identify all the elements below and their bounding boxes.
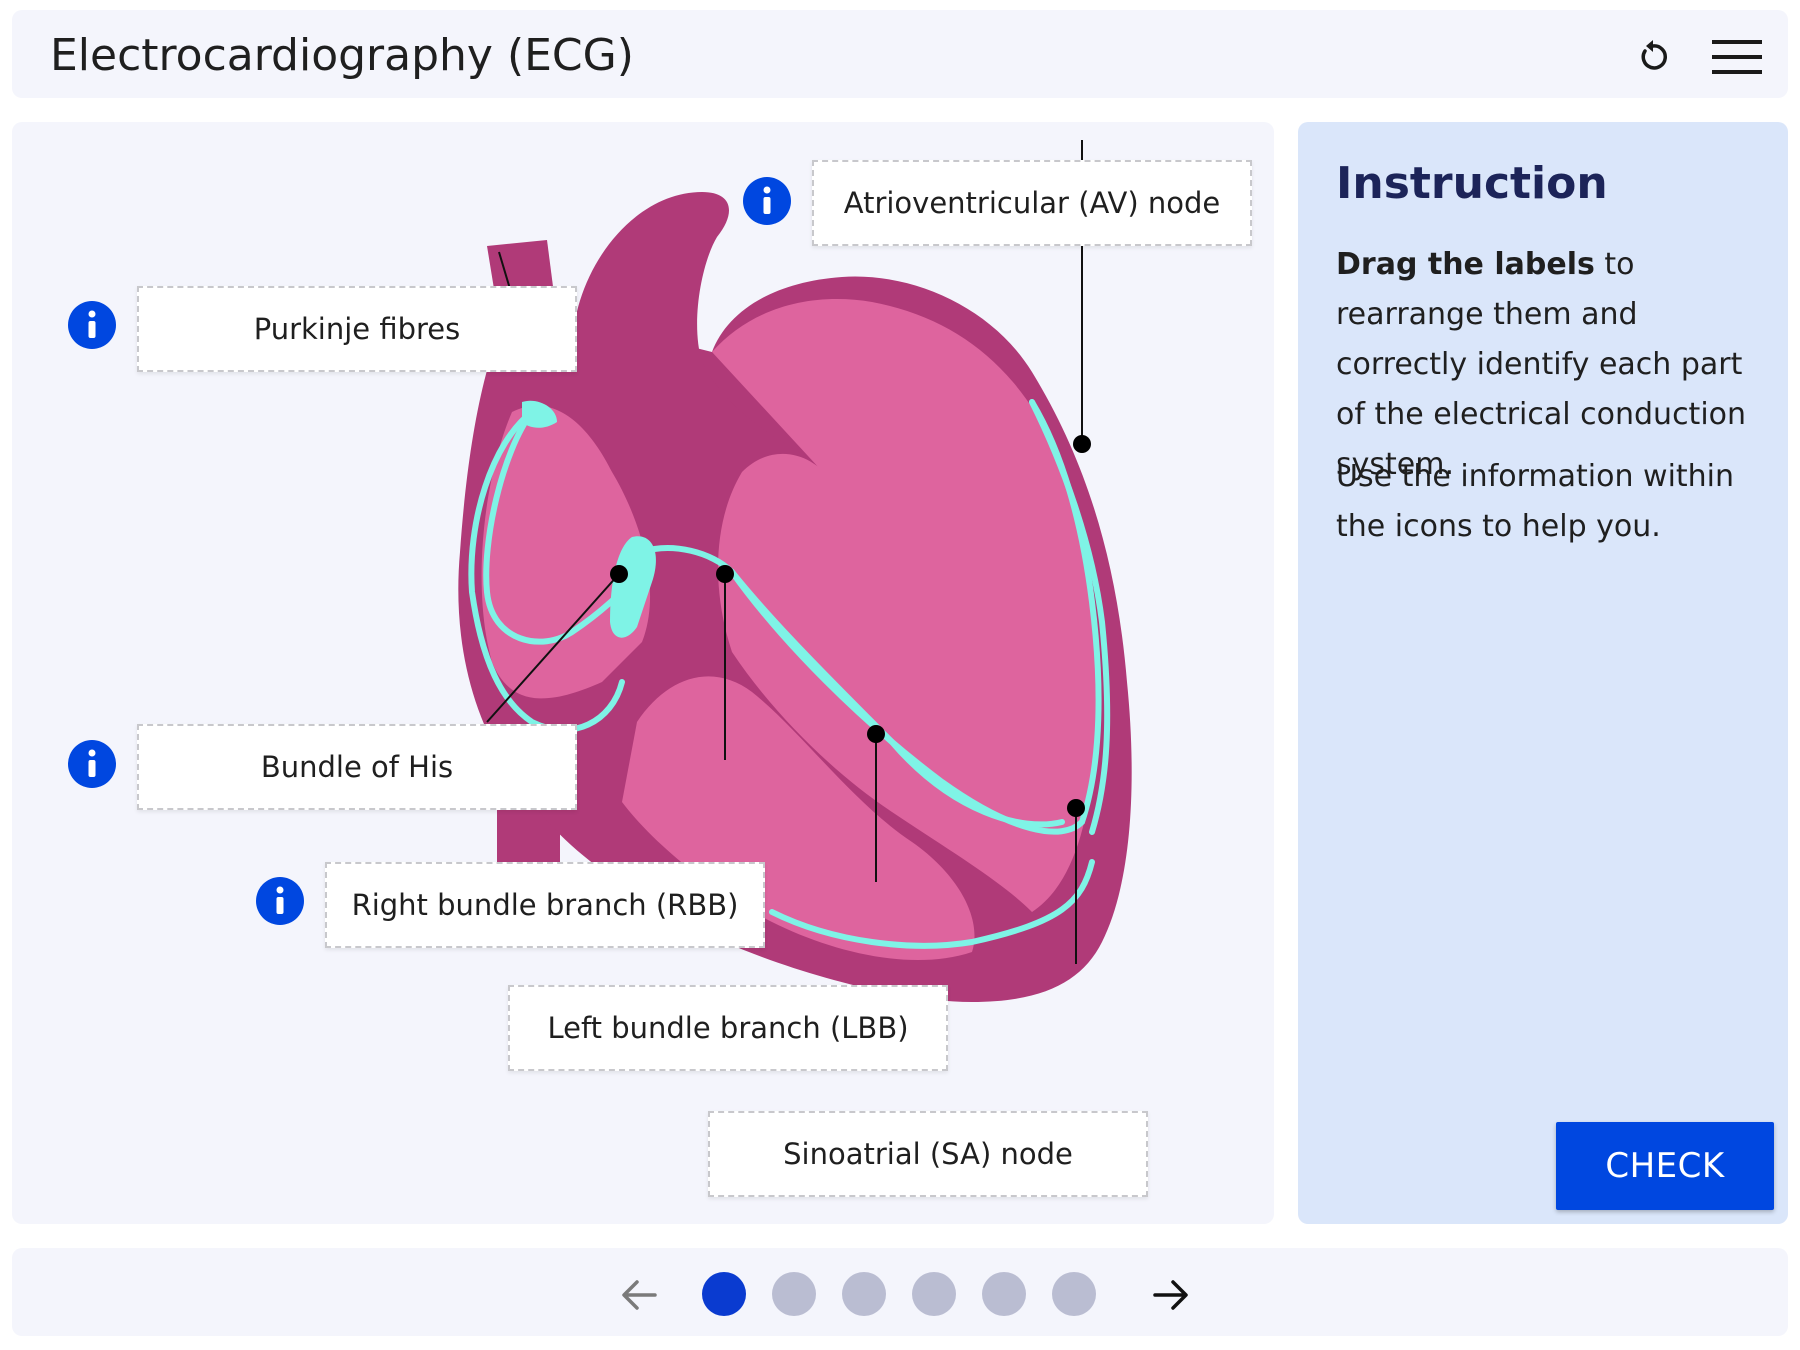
- diagram-stage: Atrioventricular (AV) node Purkinje fibr…: [12, 122, 1274, 1224]
- instruction-title: Instruction: [1336, 158, 1608, 209]
- header-bar: Electrocardiography (ECG): [12, 10, 1788, 98]
- label-right-bundle-branch[interactable]: Right bundle branch (RBB): [325, 862, 765, 948]
- pagination-bar: [12, 1248, 1788, 1336]
- instruction-panel: Instruction Drag the labels to rearrange…: [1298, 122, 1788, 1224]
- info-icon[interactable]: [67, 300, 117, 350]
- prev-button[interactable]: [612, 1268, 666, 1322]
- check-button[interactable]: CHECK: [1556, 1122, 1774, 1210]
- page-title: Electrocardiography (ECG): [50, 30, 634, 81]
- label-sa-node[interactable]: Sinoatrial (SA) node: [708, 1111, 1148, 1197]
- label-purkinje-fibres[interactable]: Purkinje fibres: [137, 286, 577, 372]
- info-icon[interactable]: [67, 739, 117, 789]
- page-dot-5[interactable]: [982, 1272, 1026, 1316]
- label-bundle-of-his[interactable]: Bundle of His: [137, 724, 577, 810]
- info-icon[interactable]: [742, 176, 792, 226]
- instruction-hint: Use the information within the icons to …: [1336, 459, 1735, 544]
- menu-button[interactable]: [1710, 30, 1764, 84]
- instruction-bold: Drag the labels: [1336, 247, 1595, 282]
- page-dot-4[interactable]: [912, 1272, 956, 1316]
- info-icon[interactable]: [255, 876, 305, 926]
- reset-button[interactable]: [1626, 30, 1680, 84]
- arrow-right-icon: [1153, 1280, 1188, 1310]
- page-dot-1[interactable]: [702, 1272, 746, 1316]
- instruction-rest: to rearrange them and correctly identify…: [1336, 247, 1747, 482]
- hamburger-menu-icon: [1712, 40, 1762, 74]
- label-av-node[interactable]: Atrioventricular (AV) node: [812, 160, 1252, 246]
- label-left-bundle-branch[interactable]: Left bundle branch (LBB): [508, 985, 948, 1071]
- page-dot-2[interactable]: [772, 1272, 816, 1316]
- next-button[interactable]: [1144, 1268, 1198, 1322]
- page-dot-6[interactable]: [1052, 1272, 1096, 1316]
- reset-icon: [1641, 40, 1668, 70]
- page-dot-3[interactable]: [842, 1272, 886, 1316]
- arrow-left-icon: [622, 1280, 657, 1310]
